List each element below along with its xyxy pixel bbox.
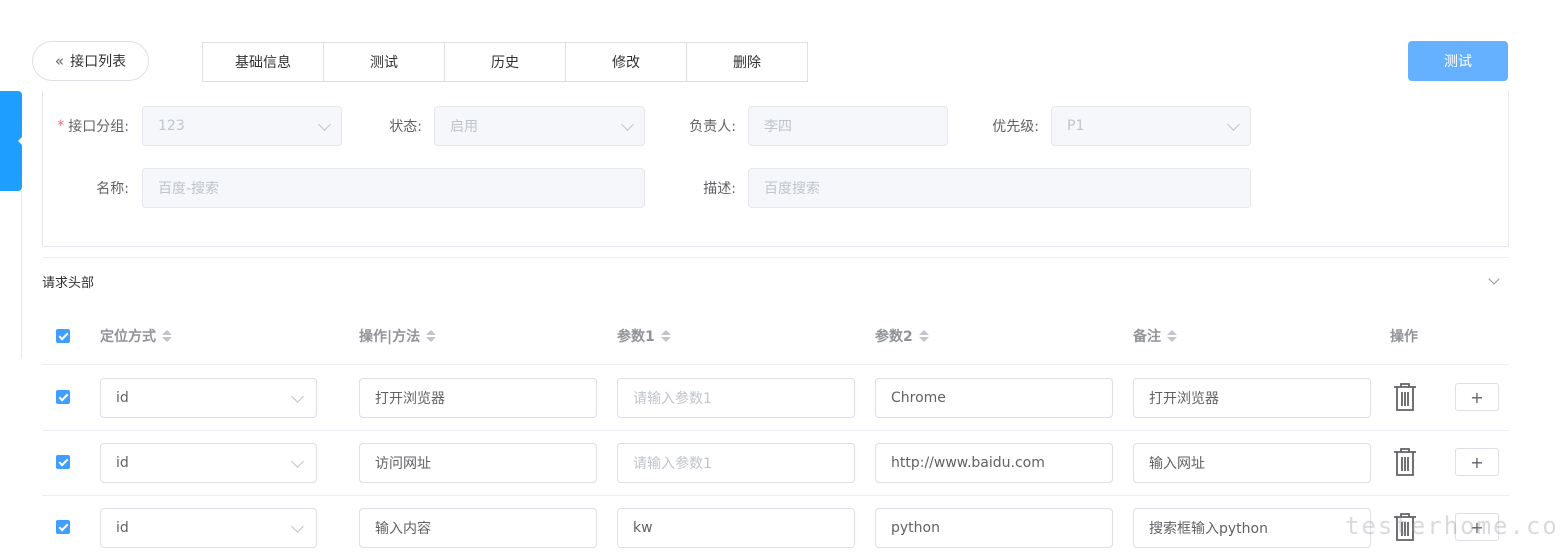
param1-input[interactable]: kw (617, 508, 855, 548)
trash-icon[interactable] (1392, 447, 1418, 477)
column-header-ops: 操作 (1390, 329, 1418, 345)
status-value: 启用 (450, 119, 478, 135)
desc-label: 描述: (703, 181, 736, 197)
chevron-down-icon (1227, 118, 1240, 131)
name-label: 名称: (96, 181, 129, 197)
sort-icon[interactable] (918, 330, 929, 342)
column-header-locate[interactable]: 定位方式 (100, 325, 172, 347)
section-divider (42, 257, 1509, 258)
tab-test[interactable]: 测试 (323, 42, 445, 82)
method-input[interactable]: 打开浏览器 (359, 378, 597, 418)
tab-group: 基础信息 测试 历史 修改 删除 (202, 42, 808, 82)
trash-icon[interactable] (1392, 382, 1418, 412)
chevron-down-icon (291, 455, 304, 468)
method-input[interactable]: 访问网址 (359, 443, 597, 483)
add-row-button[interactable]: + (1455, 448, 1499, 476)
sidebar-toggle-tab[interactable] (0, 91, 24, 191)
chevron-down-icon (291, 520, 304, 533)
double-chevron-left-icon: « (54, 51, 65, 70)
back-to-list-button[interactable]: « 接口列表 (32, 41, 149, 81)
row-divider (42, 430, 1509, 431)
row-checkbox[interactable] (56, 455, 70, 469)
priority-value: P1 (1067, 118, 1085, 134)
owner-label: 负责人: (689, 119, 736, 135)
note-input[interactable]: 打开浏览器 (1133, 378, 1371, 418)
owner-input[interactable]: 李四 (748, 106, 948, 146)
note-input[interactable]: 搜索框输入python (1133, 508, 1371, 548)
priority-select[interactable]: P1 (1051, 106, 1251, 146)
watermark: testerhome.com (1345, 512, 1560, 540)
chevron-down-icon (291, 390, 304, 403)
tab-edit[interactable]: 修改 (565, 42, 687, 82)
required-mark: * (57, 118, 65, 134)
group-label: * 接口分组: (57, 118, 129, 135)
param2-input[interactable]: http://www.baidu.com (875, 443, 1113, 483)
note-input[interactable]: 输入网址 (1133, 443, 1371, 483)
add-row-button[interactable]: + (1455, 383, 1499, 411)
name-value: 百度-搜索 (158, 181, 220, 197)
column-header-param2[interactable]: 参数2 (875, 325, 929, 347)
row-divider (42, 364, 1509, 365)
sort-icon[interactable] (660, 330, 671, 342)
tab-basic-info[interactable]: 基础信息 (202, 42, 324, 82)
locate-select[interactable]: id (100, 378, 317, 418)
param1-input[interactable]: 请输入参数1 (617, 378, 855, 418)
chevron-down-icon[interactable] (1488, 273, 1500, 285)
row-checkbox[interactable] (56, 390, 70, 404)
request-header-title[interactable]: 请求头部 (42, 270, 94, 292)
name-input[interactable]: 百度-搜索 (142, 168, 645, 208)
status-select[interactable]: 启用 (434, 106, 645, 146)
chevron-down-icon (318, 118, 331, 131)
group-value: 123 (158, 118, 185, 134)
locate-select[interactable]: id (100, 508, 317, 548)
param2-input[interactable]: python (875, 508, 1113, 548)
column-header-note[interactable]: 备注 (1133, 325, 1177, 347)
group-select[interactable]: 123 (142, 106, 342, 146)
select-all-checkbox[interactable] (56, 329, 70, 343)
owner-value: 李四 (764, 119, 792, 135)
back-to-list-label: 接口列表 (70, 54, 127, 70)
row-checkbox[interactable] (56, 520, 70, 534)
param1-input[interactable]: 请输入参数1 (617, 443, 855, 483)
sort-icon[interactable] (426, 330, 437, 342)
locate-select[interactable]: id (100, 443, 317, 483)
sort-icon[interactable] (1167, 330, 1177, 342)
sort-icon[interactable] (162, 330, 172, 342)
method-input[interactable]: 输入内容 (359, 508, 597, 548)
tab-history[interactable]: 历史 (444, 42, 566, 82)
desc-input[interactable]: 百度搜索 (748, 168, 1251, 208)
param2-input[interactable]: Chrome (875, 378, 1113, 418)
tab-delete[interactable]: 删除 (686, 42, 808, 82)
basic-info-form: * 接口分组: 123 状态: 启用 负责人: 李四 优先级: P1 名称: 百度… (42, 91, 1509, 247)
status-label: 状态: (389, 119, 422, 135)
row-divider (42, 495, 1509, 496)
column-header-method[interactable]: 操作|方法 (359, 325, 437, 347)
desc-value: 百度搜索 (764, 181, 820, 197)
sidebar-divider (21, 191, 22, 359)
column-header-param1[interactable]: 参数1 (617, 325, 671, 347)
priority-label: 优先级: (992, 119, 1039, 135)
chevron-down-icon (621, 118, 634, 131)
run-test-button[interactable]: 测试 (1408, 41, 1508, 81)
